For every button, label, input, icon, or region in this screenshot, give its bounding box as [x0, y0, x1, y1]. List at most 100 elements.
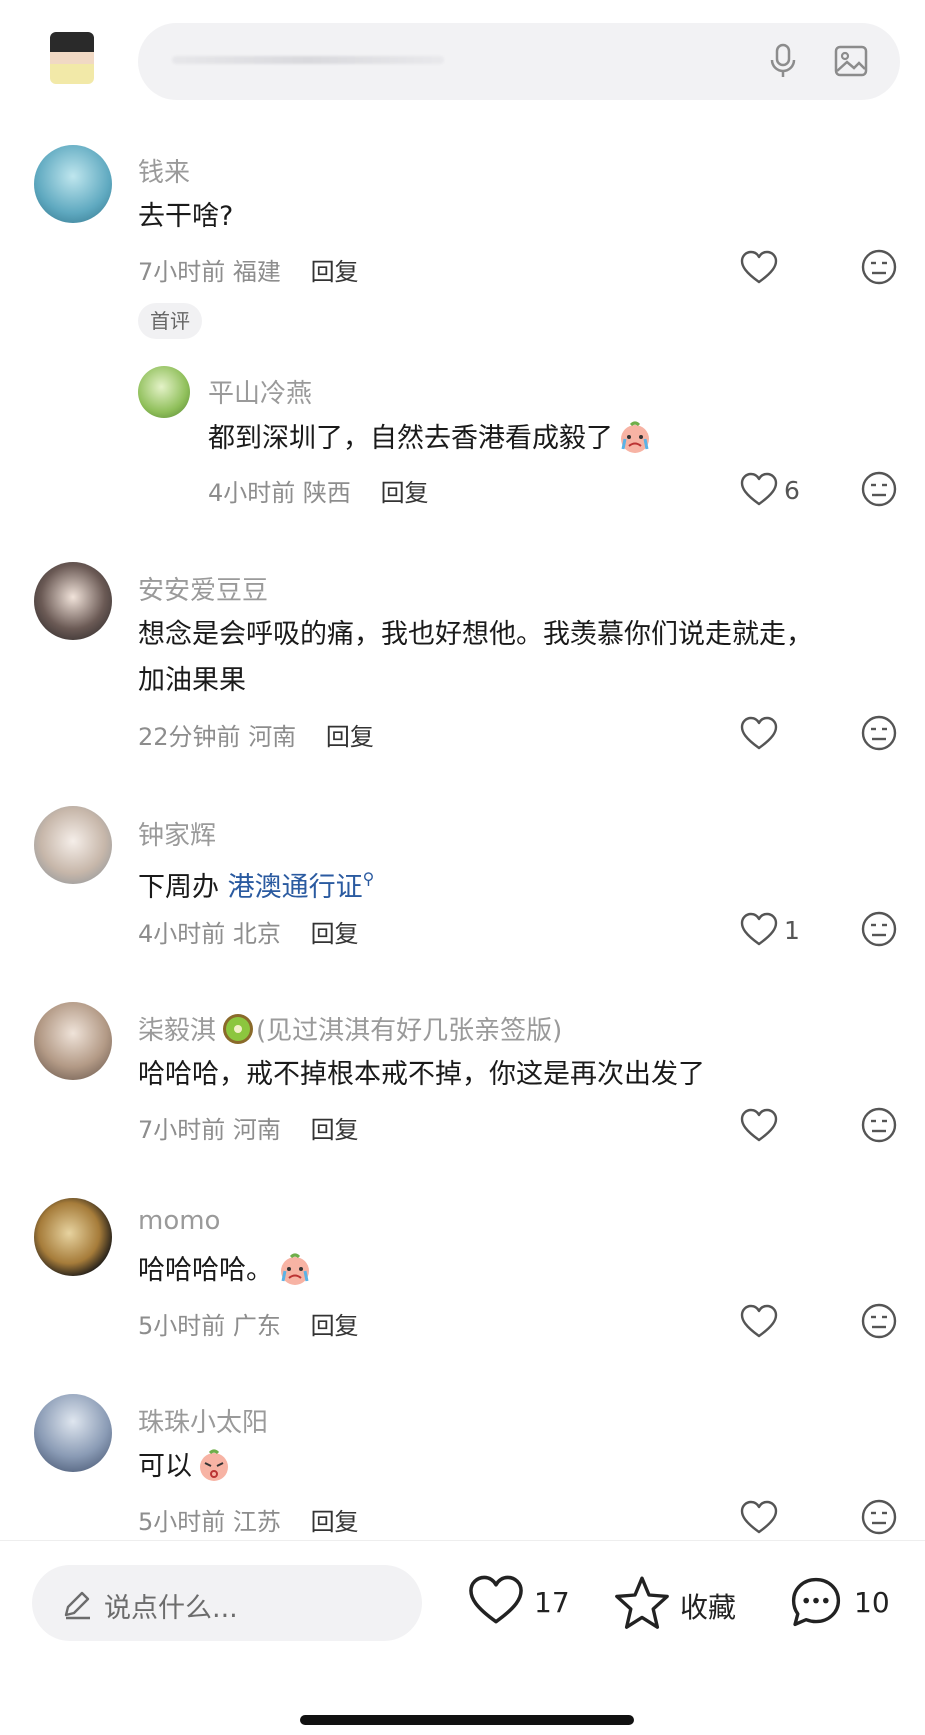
comment-meta: 4小时前 陕西 回复	[208, 473, 429, 508]
post-like-count: 17	[534, 1586, 570, 1619]
like-button[interactable]: 1	[740, 910, 820, 950]
comment-time: 4小时前	[208, 479, 296, 507]
neutral-face-icon[interactable]	[860, 910, 898, 948]
comment-time: 5小时前	[138, 1312, 226, 1340]
crying-peach-emoji-icon	[281, 1253, 309, 1285]
username[interactable]: 钱来	[138, 152, 190, 189]
comment-time: 22分钟前	[138, 723, 241, 751]
heart-icon	[740, 250, 778, 284]
comment-text-body: 下周办	[138, 872, 228, 903]
comment-location: 广东	[232, 1312, 281, 1340]
username[interactable]: 珠珠小太阳	[138, 1402, 268, 1439]
reply-button[interactable]: 回复	[311, 1312, 359, 1340]
heart-icon	[740, 1108, 778, 1142]
comment-location: 江苏	[232, 1508, 281, 1536]
comment-text-line: 加油果果	[138, 665, 246, 696]
heart-icon	[740, 716, 778, 750]
like-button[interactable]	[740, 1498, 820, 1538]
username-text: 柒毅淇	[138, 1016, 217, 1046]
comment-search-input[interactable]	[138, 23, 900, 100]
reply-button[interactable]: 回复	[326, 723, 374, 751]
comment-input-placeholder: 说点什么...	[104, 1593, 238, 1624]
first-comment-badge: 首评	[138, 303, 202, 339]
heart-icon	[740, 1500, 778, 1534]
reply-button[interactable]: 回复	[311, 920, 359, 948]
reply-button[interactable]: 回复	[381, 479, 429, 507]
neutral-face-icon[interactable]	[860, 1302, 898, 1340]
crying-peach-emoji-icon	[621, 421, 649, 453]
search-link[interactable]: 港澳通行证	[228, 872, 363, 903]
heart-icon	[740, 472, 778, 506]
comment-location: 福建	[232, 258, 281, 286]
username[interactable]: 钟家辉	[138, 815, 216, 852]
like-button[interactable]	[740, 248, 820, 288]
like-button[interactable]: 6	[740, 470, 820, 510]
comment-time: 7小时前	[138, 258, 226, 286]
comment-text: 都到深圳了，自然去香港看成毅了	[208, 416, 925, 462]
chat-bubble-icon	[791, 1577, 841, 1627]
neutral-face-icon[interactable]	[860, 248, 898, 286]
like-button[interactable]	[740, 1302, 820, 1342]
comment-time: 4小时前	[138, 920, 226, 948]
comment-time: 5小时前	[138, 1508, 226, 1536]
comment-text: 哈哈哈，戒不掉根本戒不掉，你这是再次出发了	[138, 1059, 705, 1090]
comment-meta: 4小时前 北京 回复	[138, 914, 359, 949]
avatar[interactable]	[34, 1002, 112, 1080]
home-indicator[interactable]	[300, 1715, 634, 1725]
avatar[interactable]	[34, 806, 112, 884]
username[interactable]: 平山冷燕	[208, 373, 312, 410]
comment-meta: 5小时前 江苏 回复	[138, 1502, 359, 1537]
username[interactable]: 柒毅淇 (见过淇淇有好几张亲签版)	[138, 1010, 562, 1047]
like-post-button[interactable]: 17	[468, 1574, 578, 1630]
comment-time: 7小时前	[138, 1116, 226, 1144]
reply-button[interactable]: 回复	[311, 1508, 359, 1536]
collect-button[interactable]: 收藏	[614, 1574, 744, 1630]
neutral-face-icon[interactable]	[860, 1498, 898, 1536]
neutral-face-icon[interactable]	[860, 714, 898, 752]
heart-icon	[740, 1304, 778, 1338]
collect-label: 收藏	[680, 1591, 737, 1624]
avatar[interactable]	[138, 366, 190, 418]
microphone-icon[interactable]	[763, 41, 803, 81]
reply-button[interactable]: 回复	[311, 1116, 359, 1144]
reply-button[interactable]: 回复	[311, 258, 359, 286]
pencil-icon	[64, 1591, 90, 1620]
comment-text-body: 可以	[138, 1451, 192, 1482]
like-button[interactable]	[740, 1106, 820, 1146]
comment-meta: 5小时前 广东 回复	[138, 1306, 359, 1341]
blurred-placeholder	[172, 56, 444, 64]
comment-meta: 22分钟前 河南 回复	[138, 717, 374, 752]
avatar[interactable]	[34, 1198, 112, 1276]
like-count: 6	[784, 476, 800, 505]
top-bar	[0, 0, 925, 120]
like-button[interactable]	[740, 714, 820, 754]
heart-icon	[740, 912, 778, 946]
username[interactable]: momo	[138, 1206, 220, 1236]
kiwi-emoji-icon	[223, 1014, 254, 1044]
username-suffix: (见过淇淇有好几张亲签版)	[256, 1016, 563, 1046]
comment-location: 河南	[232, 1116, 281, 1144]
comment-text: 去干啥?	[138, 201, 234, 232]
comment-location: 陕西	[302, 479, 351, 507]
star-icon	[615, 1576, 669, 1629]
comment-text-line: 想念是会呼吸的痛，我也好想他。我羡慕你们说走就走，	[138, 619, 813, 650]
avatar[interactable]	[34, 562, 112, 640]
comment-location: 北京	[232, 920, 281, 948]
comment-meta: 7小时前 河南 回复	[138, 1110, 359, 1145]
pouting-peach-emoji-icon	[200, 1449, 228, 1481]
search-link-icon[interactable]: ⚲	[363, 869, 375, 888]
my-avatar[interactable]	[50, 32, 94, 84]
neutral-face-icon[interactable]	[860, 470, 898, 508]
avatar[interactable]	[34, 145, 112, 223]
username[interactable]: 安安爱豆豆	[138, 570, 268, 607]
comment-text-body: 哈哈哈哈。	[138, 1255, 273, 1286]
avatar[interactable]	[34, 1394, 112, 1472]
comment-meta: 7小时前 福建 回复	[138, 252, 359, 287]
like-count: 1	[784, 916, 800, 945]
image-icon[interactable]	[831, 41, 871, 81]
neutral-face-icon[interactable]	[860, 1106, 898, 1144]
comment-count: 10	[854, 1586, 890, 1619]
comment-input[interactable]: 说点什么...	[32, 1565, 422, 1641]
heart-icon	[469, 1575, 523, 1624]
comment-button[interactable]: 10	[788, 1574, 908, 1630]
